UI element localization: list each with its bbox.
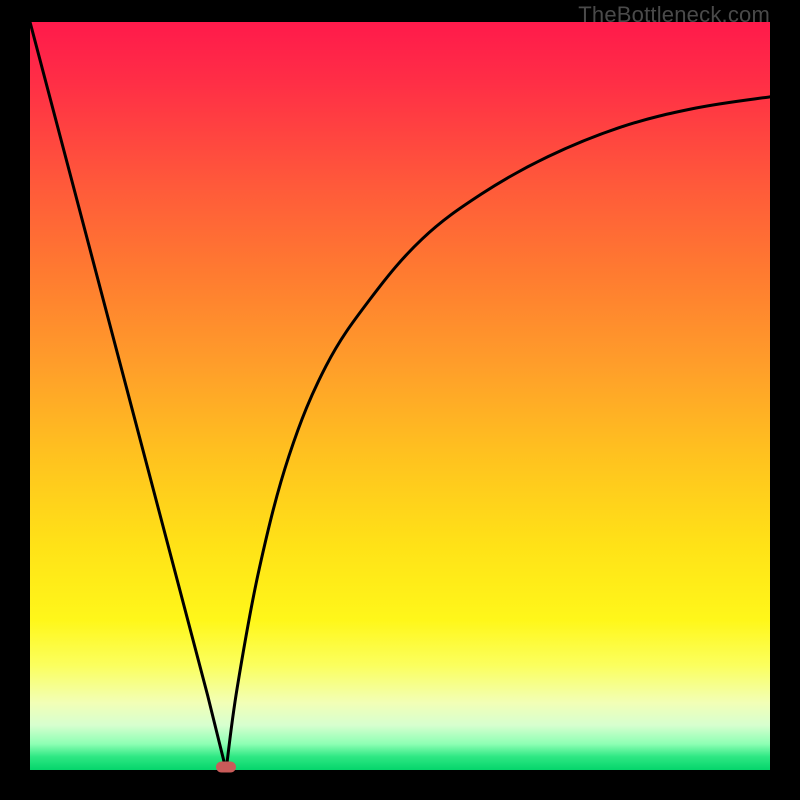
chart-frame: TheBottleneck.com — [0, 0, 800, 800]
left-branch-path — [30, 22, 226, 770]
plot-area — [30, 22, 770, 770]
right-branch-path — [226, 97, 770, 770]
min-point-marker — [216, 762, 236, 773]
curve-svg — [30, 22, 770, 770]
